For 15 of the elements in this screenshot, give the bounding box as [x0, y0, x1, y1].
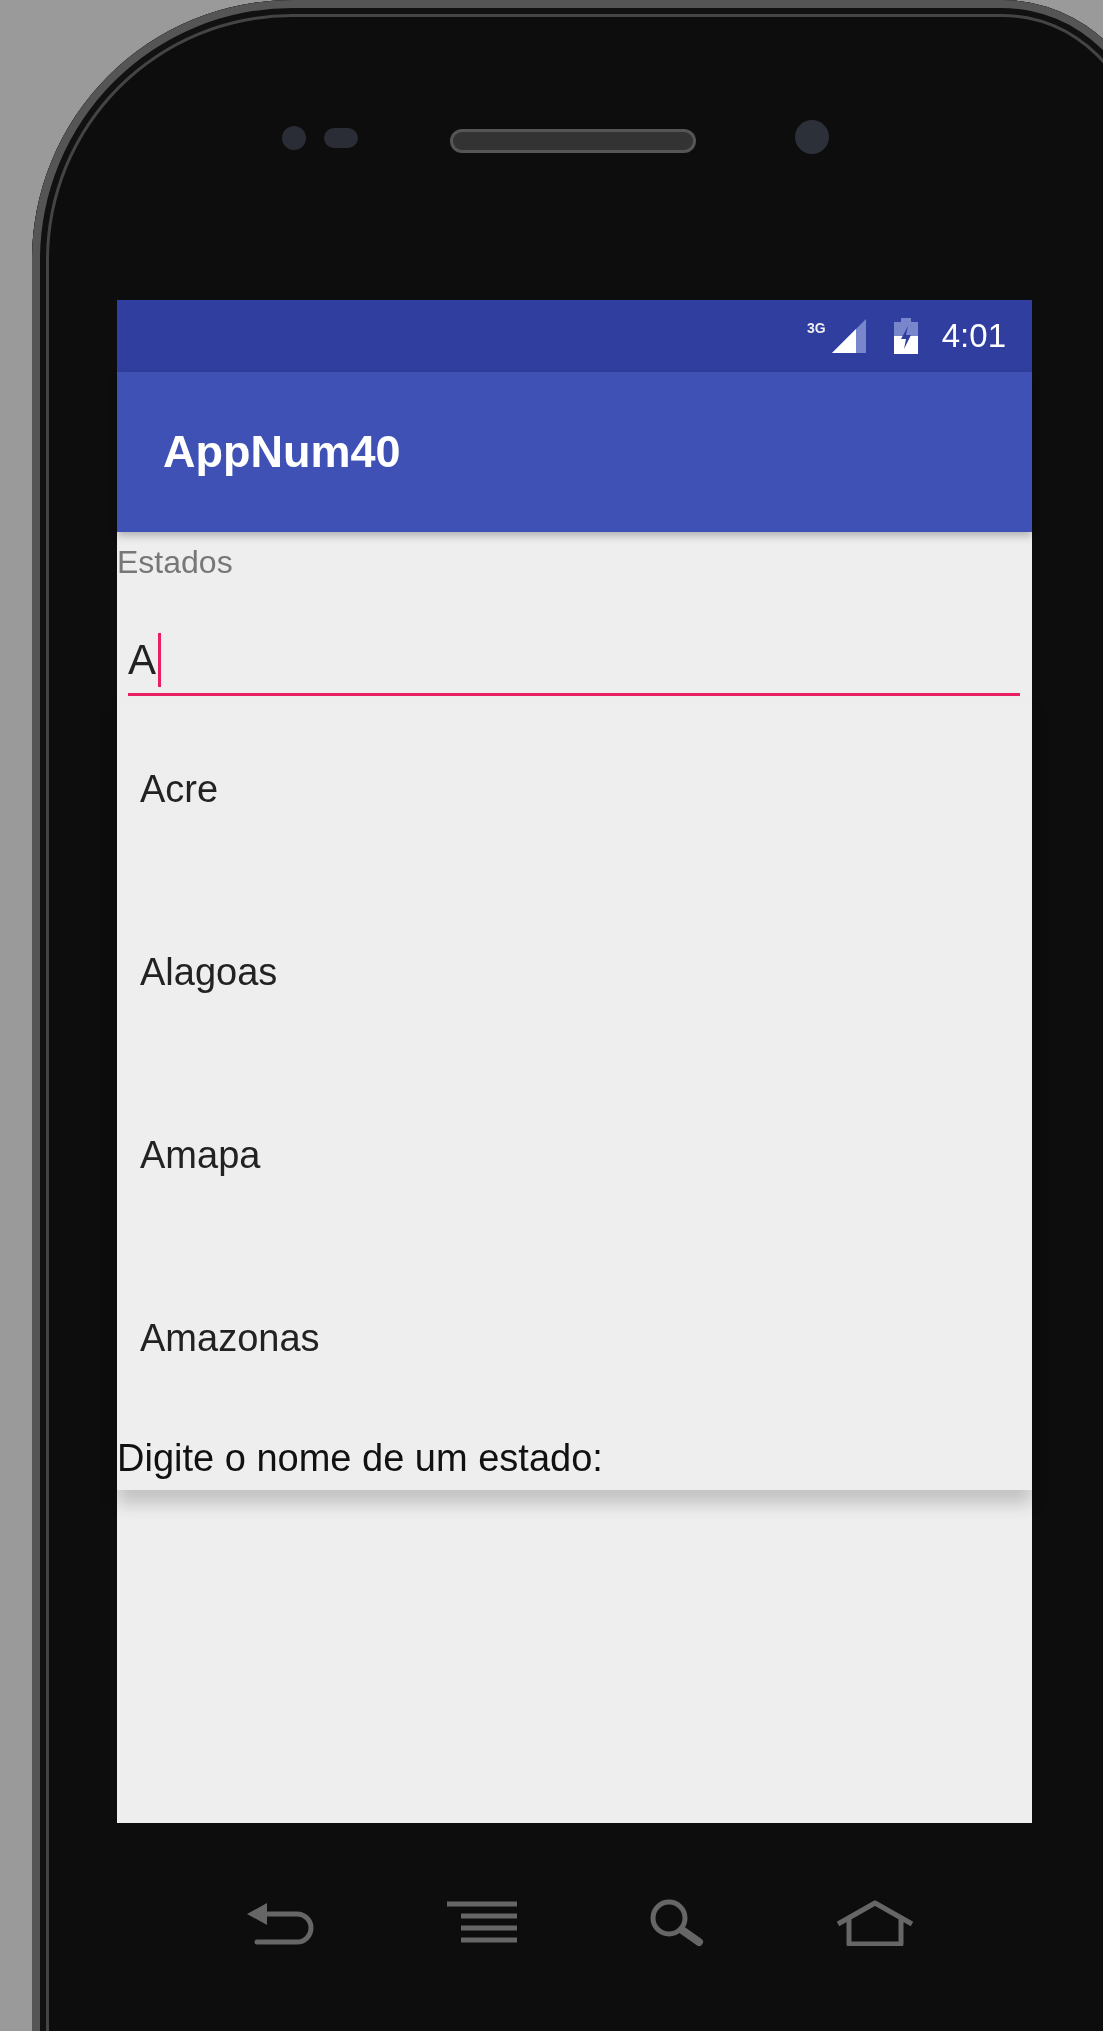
- network-type: 3G: [807, 320, 826, 336]
- suggestion-item[interactable]: Amazonas: [117, 1277, 320, 1399]
- prompt-text: Digite o nome de um estado:: [117, 1437, 603, 1480]
- clock: 4:01: [941, 317, 1006, 355]
- back-icon[interactable]: [245, 1900, 315, 1946]
- suggestion-item[interactable]: Alagoas: [117, 911, 278, 1033]
- app-title: AppNum40: [163, 426, 401, 478]
- suggestion-item[interactable]: Acre: [117, 728, 219, 850]
- search-icon[interactable]: [649, 1898, 705, 1948]
- home-icon[interactable]: [835, 1900, 915, 1946]
- suggestion-item[interactable]: Amapa: [117, 1094, 261, 1216]
- menu-icon[interactable]: [445, 1900, 519, 1946]
- signal-icon: [831, 319, 866, 353]
- field-label: Estados: [117, 544, 233, 581]
- battery-charging-icon: [893, 318, 918, 354]
